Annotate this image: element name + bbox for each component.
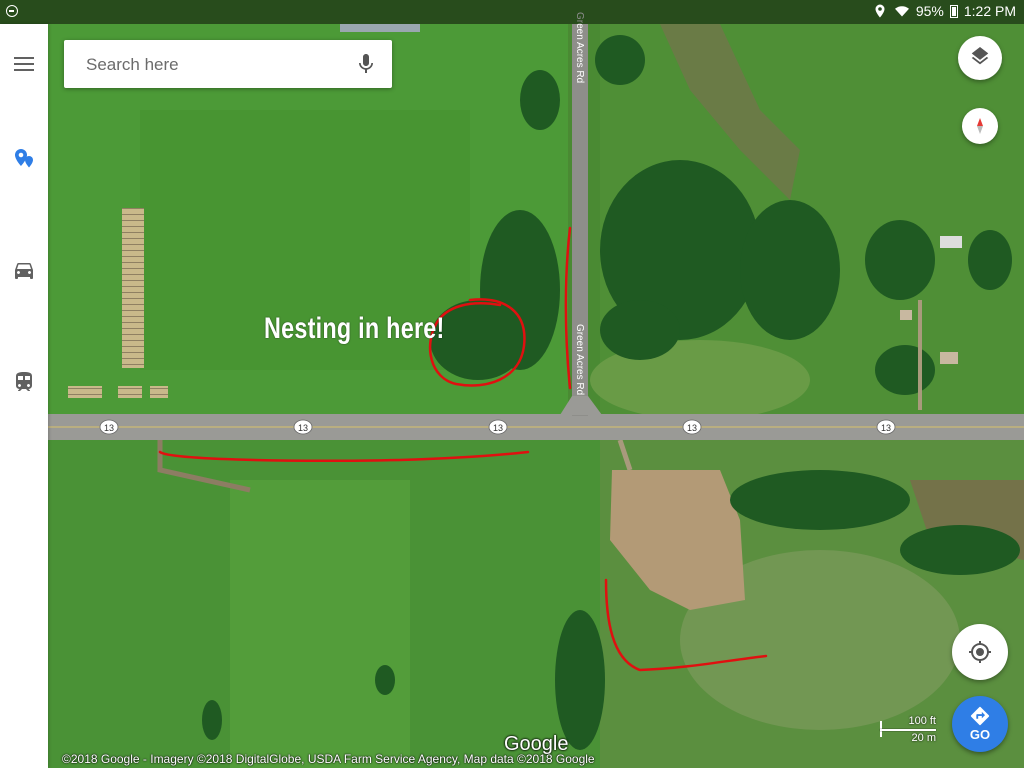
transit-icon [16, 372, 32, 391]
map-labels-layer: Green Acres Rd Green Acres Rd 13 13 13 1… [99, 12, 896, 672]
map-attribution[interactable]: ©2018 Google - Imagery ©2018 DigitalGlob… [62, 752, 595, 766]
annotation-text: Nesting in here! [264, 312, 445, 345]
annotation-line-south-ditch [158, 450, 530, 462]
svg-text:13: 13 [881, 423, 891, 433]
battery-icon [949, 4, 958, 18]
my-location-icon [969, 641, 991, 663]
menu-icon [14, 57, 34, 71]
svg-text:13: 13 [493, 423, 503, 433]
explore-pin-icon [15, 149, 33, 168]
location-icon [875, 4, 885, 18]
battery-percent: 95% [915, 3, 944, 19]
scale-feet: 100 ft [908, 715, 936, 727]
directions-icon [970, 706, 990, 726]
highway-shield-2: 13 [293, 419, 313, 435]
layers-icon [971, 47, 989, 65]
do-not-disturb-icon [6, 5, 18, 17]
annotation-line-road-edge [564, 226, 572, 390]
scale-bar: 100 ft 20 m [878, 714, 938, 744]
svg-text:13: 13 [687, 423, 697, 433]
highway-shield-5: 13 [876, 419, 896, 435]
transit-button[interactable] [0, 358, 48, 406]
svg-text:13: 13 [104, 423, 114, 433]
compass-button[interactable] [962, 108, 998, 144]
search-input[interactable] [84, 52, 348, 78]
wifi-icon [894, 6, 909, 17]
scale-line [880, 729, 936, 731]
highway-shield-1: 13 [99, 419, 119, 435]
explore-button[interactable] [0, 136, 48, 184]
road-label-green-acres-mid: Green Acres Rd [574, 324, 585, 395]
highway-shield-4: 13 [682, 419, 702, 435]
search-box [64, 40, 392, 88]
highway-shield-3: 13 [488, 419, 508, 435]
my-location-button[interactable] [952, 624, 1008, 680]
go-label: GO [969, 727, 991, 742]
car-icon [15, 263, 33, 279]
status-bar: 95% 1:22 PM [0, 0, 1024, 24]
status-time: 1:22 PM [963, 3, 1016, 19]
microphone-icon [359, 54, 373, 73]
driving-button[interactable] [0, 246, 48, 294]
layers-button[interactable] [958, 36, 1002, 80]
menu-button[interactable] [0, 40, 48, 88]
compass-icon [977, 118, 983, 134]
scale-meters: 20 m [911, 732, 936, 744]
svg-text:13: 13 [298, 423, 308, 433]
voice-search-button[interactable] [354, 52, 378, 81]
left-sidebar [0, 24, 48, 768]
annotation-line-southeast [604, 578, 768, 672]
go-navigation-button[interactable]: GO [952, 696, 1008, 752]
